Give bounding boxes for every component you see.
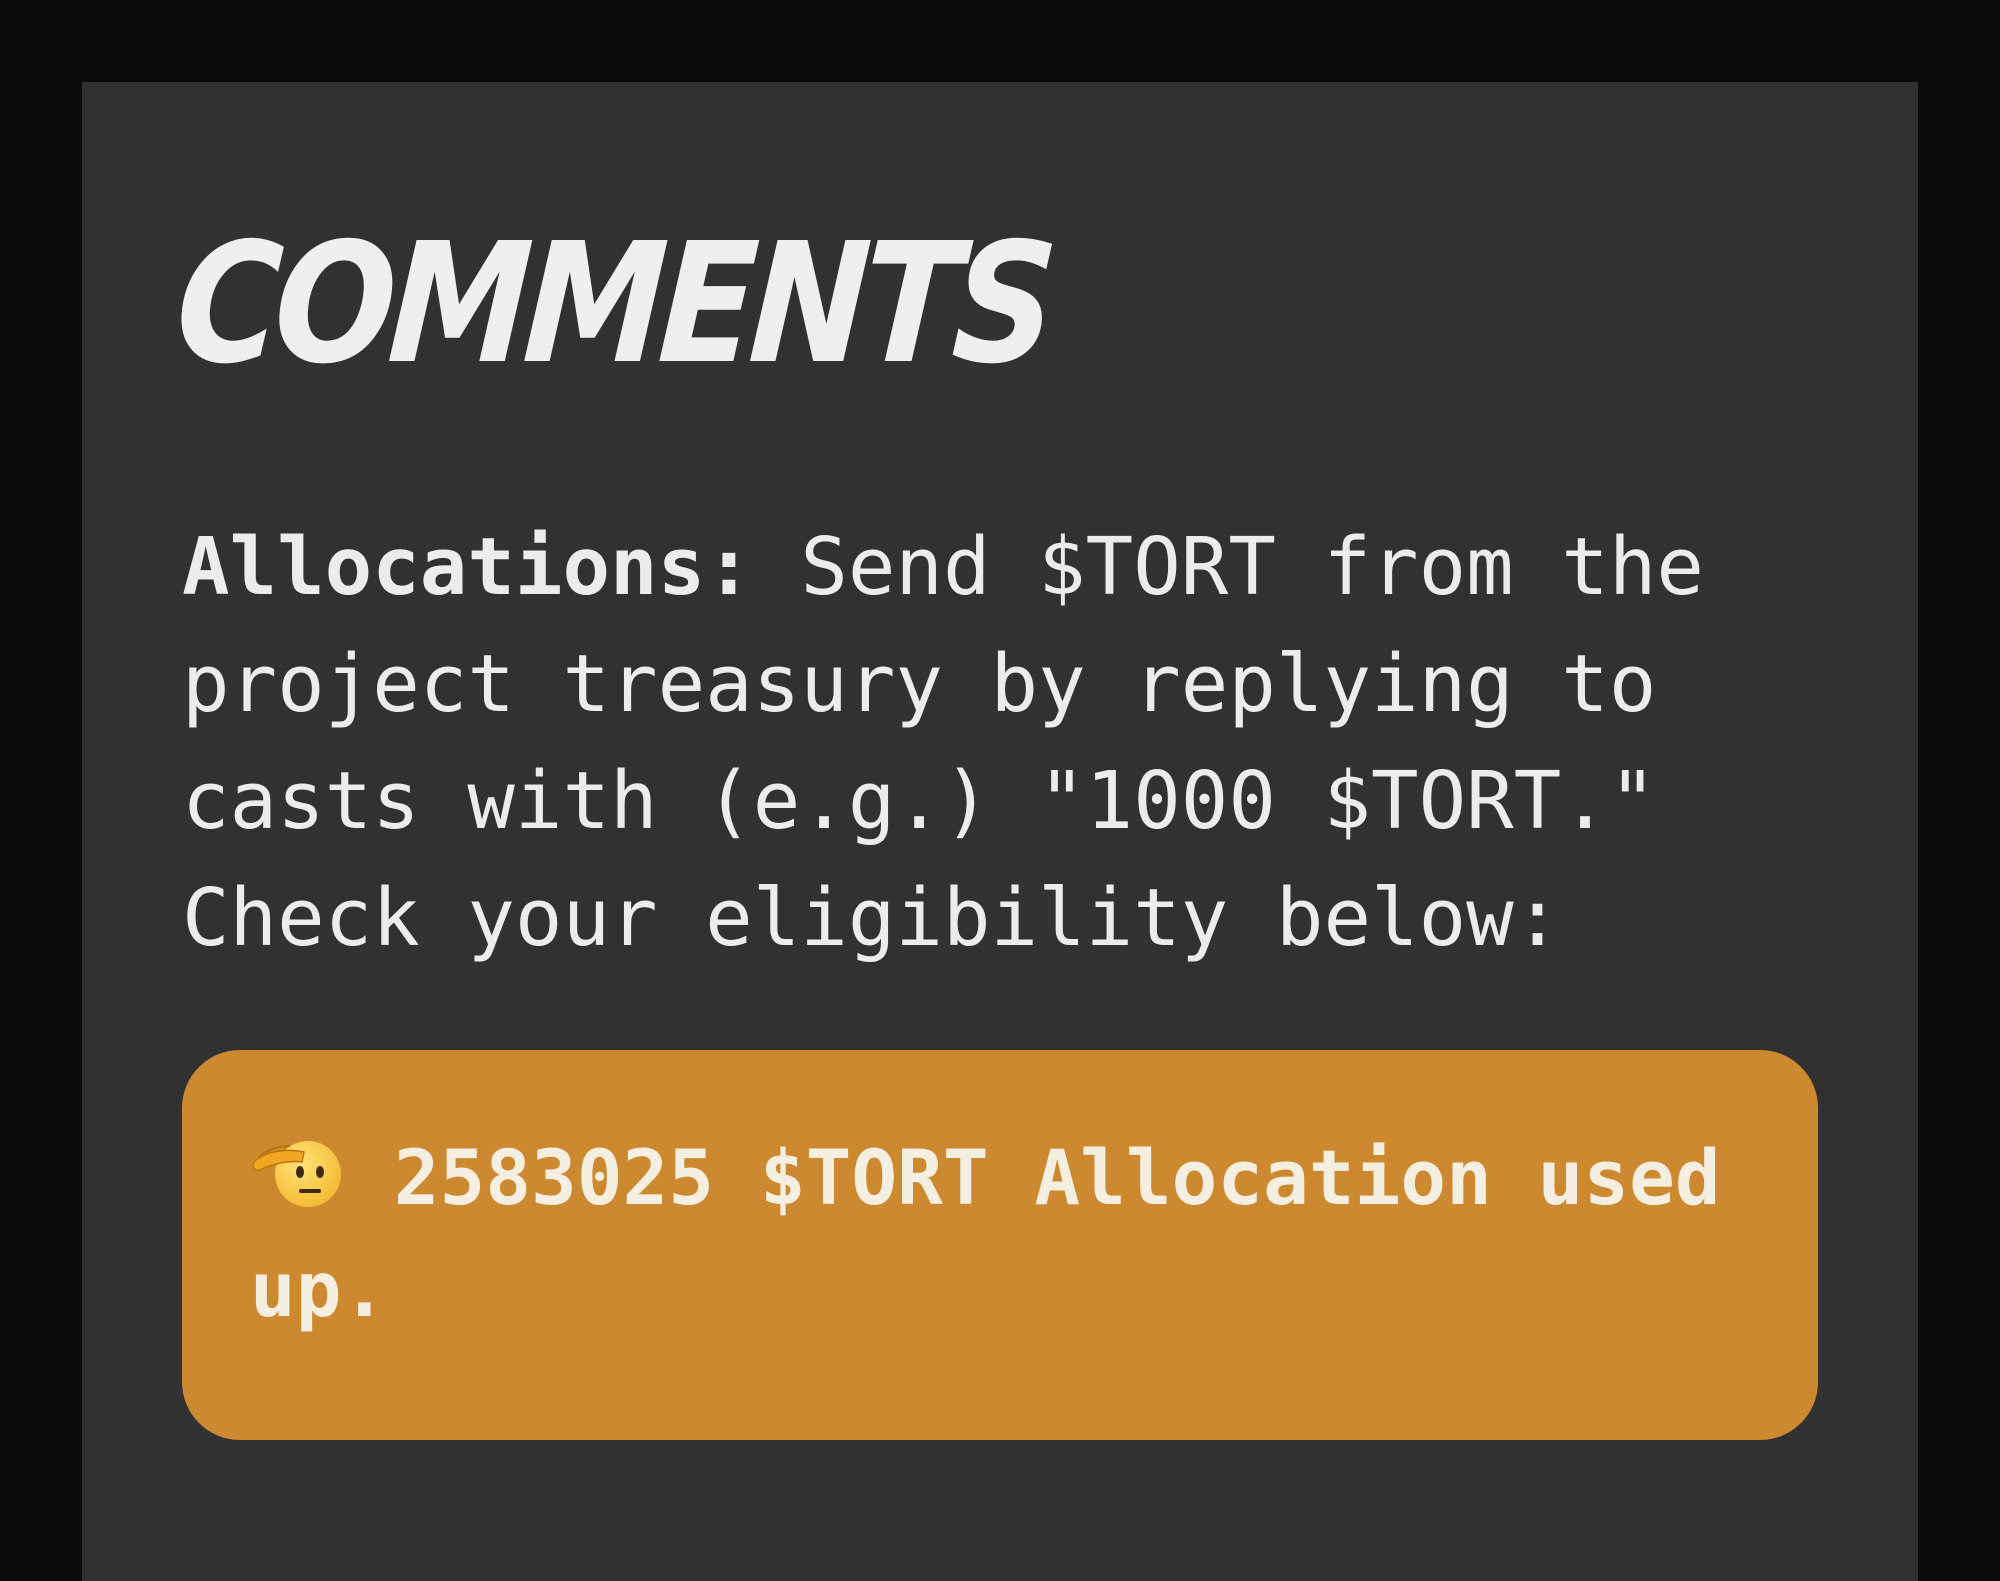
comments-panel: Comments Allocations: Send $TORT from th… <box>82 82 1918 1581</box>
allocations-label: Allocations: <box>182 521 753 613</box>
allocation-status-message: 2583025 $TORT Allocation used up. <box>250 1122 1750 1346</box>
allocation-status-notice: 2583025 $TORT Allocation used up. <box>182 1050 1818 1440</box>
saluting-face-icon <box>250 1130 342 1210</box>
comments-title: Comments <box>171 208 1056 401</box>
allocation-status-text: 2583025 $TORT Allocation used up. <box>250 1133 1721 1334</box>
allocations-description: Allocations: Send $TORT from the project… <box>182 509 1882 977</box>
